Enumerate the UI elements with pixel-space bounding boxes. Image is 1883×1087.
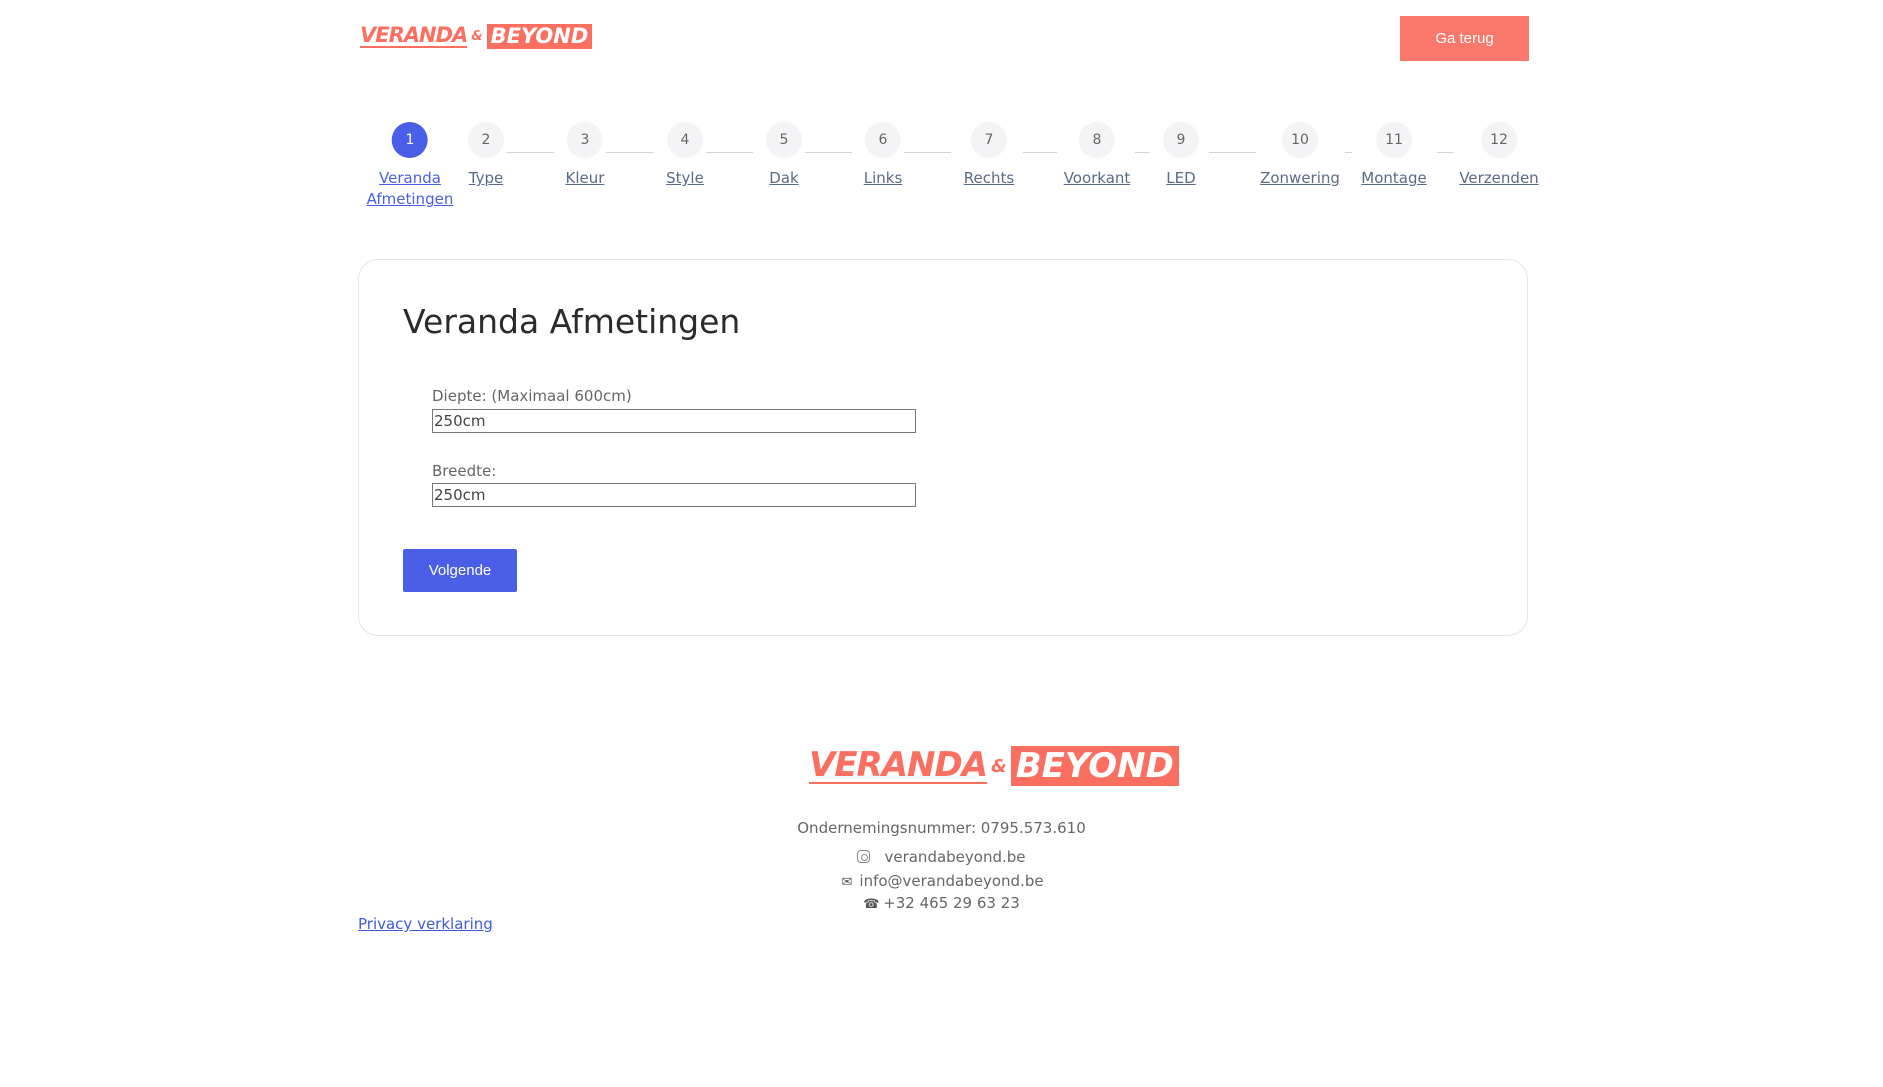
- step-number: 4: [667, 122, 703, 158]
- step-zonwering[interactable]: 10 Zonwering: [1260, 122, 1340, 189]
- logo-word-beyond: BEYOND: [1010, 746, 1179, 786]
- step-number: 12: [1480, 122, 1517, 158]
- step-number: 5: [766, 122, 802, 158]
- logo-ampersand: &: [471, 29, 483, 44]
- logo-word-beyond: BEYOND: [486, 24, 593, 49]
- step-connector: [507, 152, 554, 153]
- step-number: 2: [468, 122, 504, 158]
- step-dak[interactable]: 5 Dak: [766, 122, 802, 189]
- step-kleur[interactable]: 3 Kleur: [566, 122, 605, 189]
- step-connector: [1437, 152, 1453, 153]
- step-connector: [805, 152, 852, 153]
- step-label[interactable]: Voorkant: [1064, 168, 1131, 189]
- footer-logo: VERANDA & BEYOND: [809, 746, 1179, 786]
- step-number: 3: [567, 122, 603, 158]
- logo-word-veranda: VERANDA: [809, 745, 988, 785]
- company-number: Ondernemingsnummer: 0795.573.610: [797, 819, 1086, 837]
- step-style[interactable]: 4 Style: [666, 122, 704, 189]
- step-connector: [1023, 152, 1057, 153]
- step-number: 1: [391, 122, 428, 158]
- header-logo[interactable]: VERANDA & BEYOND: [360, 23, 593, 49]
- step-label[interactable]: LED: [1166, 168, 1195, 189]
- step-label[interactable]: Kleur: [566, 168, 605, 189]
- logo-word-veranda: VERANDA: [360, 23, 468, 48]
- back-button[interactable]: Ga terug: [1400, 16, 1529, 61]
- step-label[interactable]: Type: [469, 168, 503, 189]
- step-type[interactable]: 2 Type: [468, 122, 504, 189]
- step-connector: [1135, 152, 1149, 153]
- next-button[interactable]: Volgende: [403, 549, 517, 592]
- step-connector: [1345, 152, 1352, 153]
- email-line[interactable]: ✉ info@verandabeyond.be: [0, 872, 1883, 890]
- step-links[interactable]: 6 Links: [864, 122, 903, 189]
- step-label[interactable]: Zonwering: [1260, 168, 1340, 189]
- phone-number[interactable]: +32 465 29 63 23: [883, 894, 1020, 912]
- step-rechts[interactable]: 7 Rechts: [964, 122, 1014, 189]
- step-connector: [606, 152, 653, 153]
- step-label[interactable]: Dak: [769, 168, 798, 189]
- step-number: 6: [864, 122, 901, 158]
- logo-ampersand: &: [991, 755, 1007, 777]
- step-label[interactable]: Montage: [1361, 168, 1426, 189]
- step-connector: [1209, 152, 1256, 153]
- step-connector: [706, 152, 753, 153]
- instagram-icon: [857, 850, 871, 863]
- depth-label: Diepte: (Maximaal 600cm): [432, 387, 632, 405]
- phone-icon: ☎: [863, 897, 880, 912]
- instagram-handle[interactable]: verandabeyond.be: [884, 848, 1025, 866]
- step-veranda-afmetingen[interactable]: 1 Veranda Afmetingen: [367, 122, 454, 210]
- width-label: Breedte:: [432, 462, 497, 480]
- step-montage[interactable]: 11 Montage: [1361, 122, 1427, 189]
- instagram-line[interactable]: verandabeyond.be: [0, 848, 1883, 866]
- envelope-icon: ✉: [841, 875, 853, 890]
- step-led[interactable]: 9 LED: [1163, 122, 1199, 189]
- step-verzenden[interactable]: 12 Verzenden: [1459, 122, 1539, 189]
- step-number: 10: [1281, 122, 1318, 158]
- depth-input[interactable]: [432, 409, 916, 433]
- step-connector: [904, 152, 951, 153]
- step-label[interactable]: Style: [666, 168, 704, 189]
- width-input[interactable]: [432, 483, 916, 507]
- page-title: Veranda Afmetingen: [403, 302, 741, 341]
- email-address[interactable]: info@verandabeyond.be: [859, 872, 1043, 890]
- step-number: 8: [1079, 122, 1115, 158]
- progress-stepper: 1 Veranda Afmetingen 2 Type 3 Kleur 4 St…: [360, 122, 1539, 222]
- step-number: 7: [971, 122, 1007, 158]
- privacy-link[interactable]: Privacy verklaring: [358, 915, 493, 933]
- step-label[interactable]: Links: [864, 168, 903, 189]
- step-label[interactable]: Rechts: [964, 168, 1014, 189]
- phone-line[interactable]: ☎ +32 465 29 63 23: [0, 894, 1883, 912]
- step-label[interactable]: Veranda Afmetingen: [367, 168, 454, 210]
- step-voorkant[interactable]: 8 Voorkant: [1064, 122, 1131, 189]
- step-label[interactable]: Verzenden: [1459, 168, 1538, 189]
- step-number: 9: [1163, 122, 1199, 158]
- step-number: 11: [1375, 122, 1412, 158]
- form-card: Veranda Afmetingen Diepte: (Maximaal 600…: [358, 259, 1528, 636]
